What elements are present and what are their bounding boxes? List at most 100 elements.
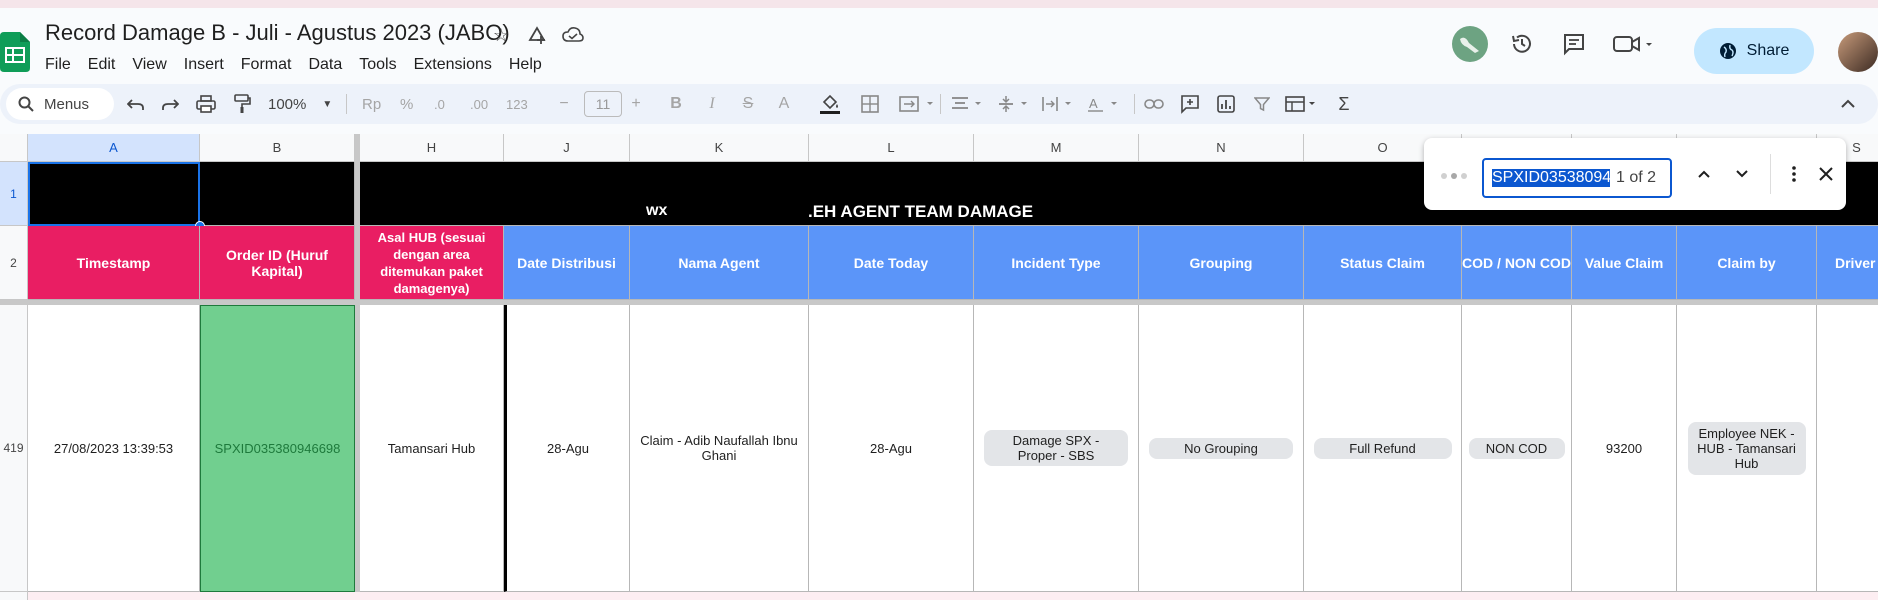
grouping-chip[interactable]: No Grouping (1149, 437, 1293, 459)
insert-link-icon[interactable] (1142, 92, 1166, 116)
paint-format-icon[interactable] (230, 92, 254, 116)
header-incident-type[interactable]: Incident Type (974, 226, 1139, 300)
menu-insert[interactable]: Insert (184, 56, 233, 74)
cell-grouping[interactable]: No Grouping (1139, 305, 1304, 592)
menu-data[interactable]: Data (308, 56, 351, 74)
header-nama-agent[interactable]: Nama Agent (630, 226, 809, 300)
bold-icon[interactable]: B (664, 92, 688, 116)
find-next-icon[interactable] (1730, 162, 1754, 186)
insert-comment-icon[interactable] (1178, 92, 1202, 116)
vertical-align-icon[interactable] (996, 92, 1036, 116)
document-title[interactable]: Record Damage B - Juli - Agustus 2023 (J… (45, 20, 510, 46)
collapse-toolbar-icon[interactable] (1836, 92, 1860, 116)
column-header-a[interactable]: A (28, 134, 200, 162)
row-header-419[interactable]: 419 (0, 305, 28, 592)
cell-driver[interactable] (1817, 305, 1878, 592)
share-button[interactable]: Share (1694, 28, 1814, 74)
comments-icon[interactable] (1554, 24, 1594, 64)
row-header-1[interactable]: 1 (0, 162, 28, 226)
cod-chip[interactable]: NON COD (1468, 437, 1565, 459)
account-avatar[interactable] (1838, 32, 1878, 72)
header-timestamp[interactable]: Timestamp (28, 226, 200, 300)
header-date-today[interactable]: Date Today (809, 226, 974, 300)
text-color-icon[interactable]: A (772, 92, 796, 116)
incident-type-chip[interactable]: Damage SPX - Proper - SBS (984, 430, 1128, 466)
menu-edit[interactable]: Edit (88, 56, 125, 74)
horizontal-align-icon[interactable] (950, 92, 990, 116)
insert-chart-icon[interactable] (1214, 92, 1238, 116)
cell-asal-hub[interactable]: Tamansari Hub (360, 305, 504, 592)
functions-icon[interactable]: Σ (1332, 92, 1356, 116)
star-icon[interactable]: ☆ (488, 22, 514, 48)
increase-decimal-button[interactable]: .00 (470, 84, 488, 124)
cell-date-distribusi[interactable]: 28-Agu (504, 305, 630, 592)
header-driver[interactable]: Driver (1817, 226, 1878, 300)
borders-icon[interactable] (858, 92, 882, 116)
row-header-next[interactable] (0, 592, 28, 600)
undo-icon[interactable] (124, 92, 148, 116)
claim-by-chip[interactable]: Employee NEK - HUB - Tamansari Hub (1687, 421, 1806, 475)
row-header-2[interactable]: 2 (0, 226, 28, 300)
select-all-corner[interactable] (0, 134, 28, 162)
sheets-logo-icon[interactable] (0, 32, 30, 72)
cell-a1-selected[interactable] (28, 162, 200, 226)
column-header-h[interactable]: H (360, 134, 504, 162)
header-grouping[interactable]: Grouping (1139, 226, 1304, 300)
menu-view[interactable]: View (132, 56, 175, 74)
menu-format[interactable]: Format (241, 56, 301, 74)
redo-icon[interactable] (158, 92, 182, 116)
merge-cells-icon[interactable] (898, 92, 938, 116)
decrease-decimal-button[interactable]: .0 (434, 84, 445, 124)
text-wrapping-icon[interactable] (1040, 92, 1080, 116)
version-history-icon[interactable] (1502, 24, 1542, 64)
print-icon[interactable] (194, 92, 218, 116)
font-size-decrease-icon[interactable]: − (552, 92, 576, 116)
cell-claim-by[interactable]: Employee NEK - HUB - Tamansari Hub (1677, 305, 1817, 592)
collaborator-avatar-icon[interactable] (1450, 24, 1490, 64)
cell-order-id[interactable]: SPXID035380946698 (200, 305, 355, 592)
menu-help[interactable]: Help (509, 56, 551, 74)
header-value-claim[interactable]: Value Claim (1572, 226, 1677, 300)
column-header-n[interactable]: N (1139, 134, 1304, 162)
close-icon[interactable] (1814, 162, 1838, 186)
strikethrough-icon[interactable]: S (736, 92, 760, 116)
cell-status-claim[interactable]: Full Refund (1304, 305, 1462, 592)
search-menus-button[interactable]: Menus (6, 88, 114, 120)
fill-color-icon[interactable] (818, 92, 842, 116)
menu-file[interactable]: File (45, 56, 80, 74)
more-options-icon[interactable] (1782, 162, 1806, 186)
column-header-l[interactable]: L (809, 134, 974, 162)
cell-value-claim[interactable]: 93200 (1572, 305, 1677, 592)
header-asal-hub[interactable]: Asal HUB (sesuai dengan area ditemukan p… (360, 226, 504, 300)
find-previous-icon[interactable] (1692, 162, 1716, 186)
menu-tools[interactable]: Tools (359, 56, 405, 74)
filter-views-icon[interactable] (1284, 92, 1324, 116)
cell-date-today[interactable]: 28-Agu (809, 305, 974, 592)
cell-incident-type[interactable]: Damage SPX - Proper - SBS (974, 305, 1139, 592)
next-row[interactable] (28, 592, 1878, 600)
cell-cod-non-cod[interactable]: NON COD (1462, 305, 1572, 592)
header-date-distribusi[interactable]: Date Distribusi (504, 226, 630, 300)
currency-format-button[interactable]: Rp (362, 84, 381, 124)
cloud-saved-icon[interactable] (560, 22, 586, 48)
meet-video-icon[interactable] (1606, 24, 1662, 64)
find-input[interactable]: SPXID03538094669 1 of 2 (1482, 158, 1672, 198)
text-rotation-icon[interactable]: A (1086, 92, 1126, 116)
cell-timestamp[interactable]: 27/08/2023 13:39:53 (28, 305, 200, 592)
header-claim-by[interactable]: Claim by (1677, 226, 1817, 300)
font-size-input[interactable]: 11 (584, 91, 622, 117)
column-header-j[interactable]: J (504, 134, 630, 162)
zoom-select[interactable]: 100% ▼ (268, 84, 332, 124)
filter-icon[interactable] (1250, 92, 1274, 116)
more-formats-button[interactable]: 123 (506, 84, 528, 124)
percent-format-button[interactable]: % (400, 84, 413, 124)
font-size-increase-icon[interactable]: + (624, 92, 648, 116)
column-header-m[interactable]: M (974, 134, 1139, 162)
header-order-id[interactable]: Order ID (Huruf Kapital) (200, 226, 355, 300)
menu-extensions[interactable]: Extensions (414, 56, 501, 74)
cell-b1[interactable] (200, 162, 355, 226)
column-header-k[interactable]: K (630, 134, 809, 162)
header-cod-non-cod[interactable]: COD / NON COD (1462, 226, 1572, 300)
italic-icon[interactable]: I (700, 92, 724, 116)
column-header-b[interactable]: B (200, 134, 355, 162)
